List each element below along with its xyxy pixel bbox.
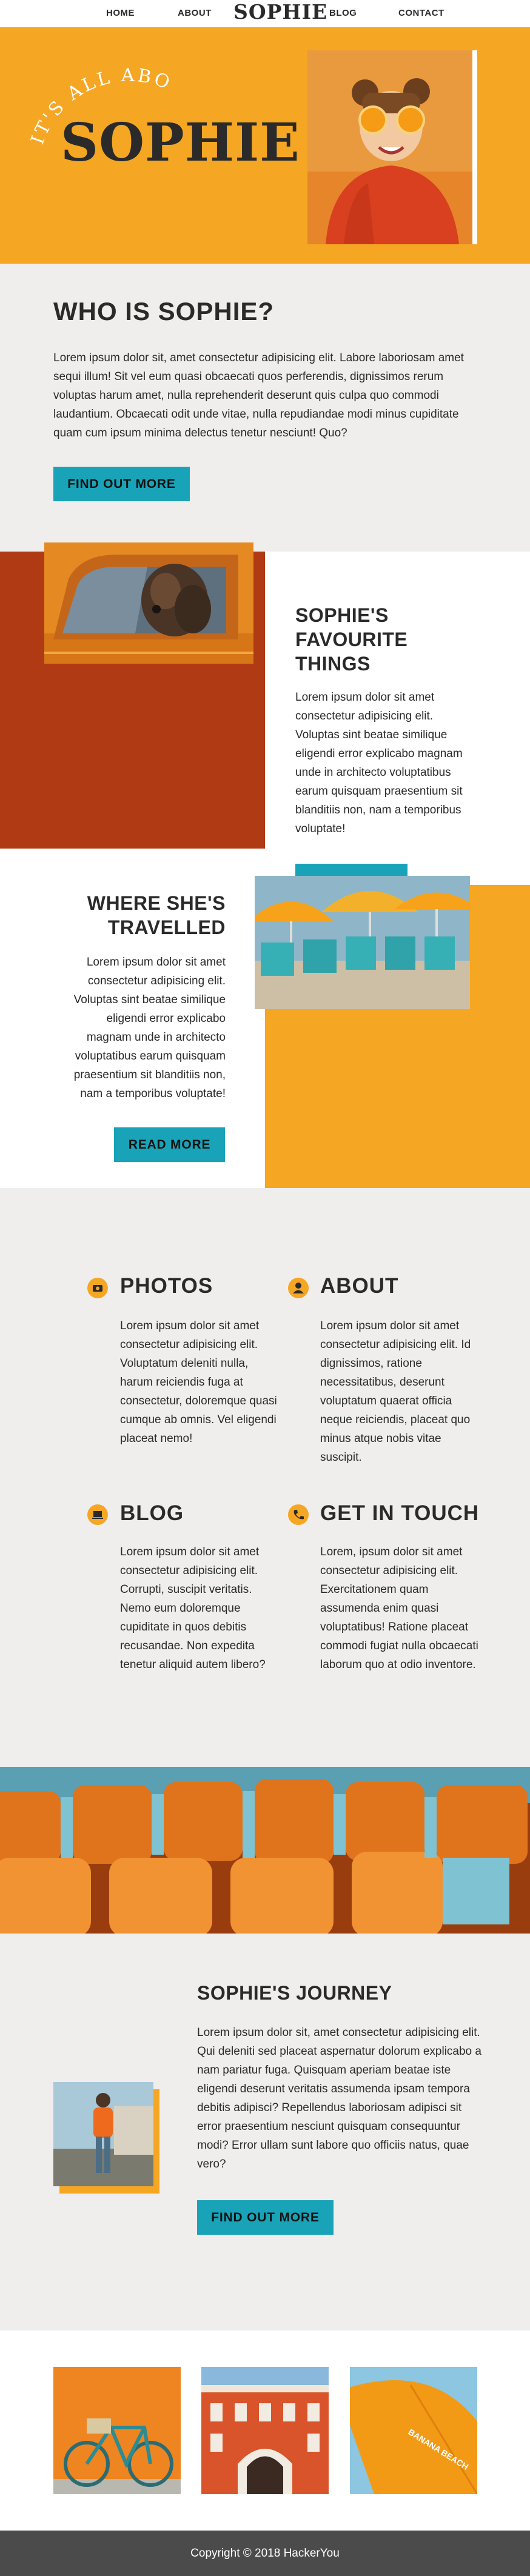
woman-orange-slices-photo — [307, 50, 477, 244]
photos-title: PHOTOS — [120, 1274, 213, 1298]
banner-photo — [0, 1767, 530, 1937]
travelled-title: WHERE SHE'S TRAVELLED — [87, 892, 226, 938]
travelled-section: WHERE SHE'S TRAVELLED Lorem ipsum dolor … — [0, 849, 530, 1188]
favourites-title: SOPHIE'S FAVOURITE THINGS — [295, 604, 408, 675]
get-in-touch-title: GET IN TOUCH — [320, 1501, 480, 1525]
favourites-text: Lorem ipsum dolor sit amet consectetur a… — [295, 691, 463, 835]
hero-photo — [307, 50, 477, 244]
get-in-touch-text: Lorem, ipsum dolor sit amet consectetur … — [320, 1546, 478, 1671]
orange-building-photo — [201, 2367, 329, 2494]
person-icon — [288, 1278, 309, 1298]
blog-title: BLOG — [120, 1501, 184, 1525]
favourites-section: SOPHIE'S FAVOURITE THINGS Lorem ipsum do… — [0, 542, 530, 898]
about-title: ABOUT — [320, 1274, 399, 1298]
woman-portrait-photo — [53, 2082, 153, 2186]
favourites-photo — [44, 542, 253, 664]
journey-photo — [53, 2082, 153, 2186]
gallery-photo-3: BANANA BEACH — [338, 2367, 489, 2495]
copyright-text: Copyright © 2018 HackerYou — [190, 2547, 340, 2560]
footer: Copyright © 2018 HackerYou — [0, 2531, 530, 2576]
who-title: WHO IS SOPHIE? — [53, 297, 275, 325]
travelled-photo — [249, 876, 479, 1009]
photos-text: Lorem ipsum dolor sit amet consectetur a… — [120, 1320, 277, 1445]
find-out-more-button[interactable]: FIND OUT MORE — [53, 467, 190, 501]
nav-home-link[interactable]: HOME — [106, 8, 135, 18]
hero-section: IT'S ALL ABOUT SOPHIE — [0, 27, 530, 264]
top-nav: HOME ABOUT SOPHIE BLOG CONTACT — [0, 0, 530, 27]
who-section: WHO IS SOPHIE? Lorem ipsum dolor sit, am… — [0, 264, 530, 552]
blog-text: Lorem ipsum dolor sit amet consectetur a… — [120, 1546, 266, 1671]
who-text: Lorem ipsum dolor sit, amet consectetur … — [53, 352, 464, 439]
orange-theatre-seats-photo — [0, 1767, 530, 1937]
about-text: Lorem ipsum dolor sit amet consectetur a… — [320, 1320, 471, 1464]
nav-contact-link[interactable]: CONTACT — [398, 8, 444, 18]
travelled-text: Lorem ipsum dolor sit amet consectetur a… — [73, 956, 226, 1100]
phone-icon — [288, 1504, 309, 1525]
hero-title: SOPHIE — [61, 112, 300, 173]
nav-about-link[interactable]: ABOUT — [178, 8, 212, 18]
services-section: PHOTOS Lorem ipsum dolor sit amet consec… — [0, 1188, 530, 1767]
brand-logo[interactable]: SOPHIE — [233, 0, 327, 24]
travelled-read-more-button[interactable]: READ MORE — [114, 1127, 225, 1162]
journey-text: Lorem ipsum dolor sit, amet consectetur … — [197, 2026, 481, 2171]
journey-section: SOPHIE'S JOURNEY Lorem ipsum dolor sit, … — [0, 1934, 530, 2331]
orange-umbrella-photo: BANANA BEACH — [338, 2367, 489, 2495]
gallery-section: BANANA BEACH — [0, 2331, 530, 2531]
gallery-photo-1 — [53, 2367, 181, 2494]
bicycle-orange-wall-photo — [53, 2367, 181, 2494]
laptop-icon — [87, 1504, 108, 1525]
nav-blog-link[interactable]: BLOG — [329, 8, 357, 18]
journey-title: SOPHIE'S JOURNEY — [197, 1982, 392, 2004]
camera-icon — [87, 1278, 108, 1298]
dog-in-car-photo — [44, 542, 253, 664]
gallery-photo-2 — [201, 2367, 329, 2494]
journey-find-out-more-button[interactable]: FIND OUT MORE — [197, 2200, 334, 2235]
beach-umbrellas-photo — [249, 876, 479, 1009]
